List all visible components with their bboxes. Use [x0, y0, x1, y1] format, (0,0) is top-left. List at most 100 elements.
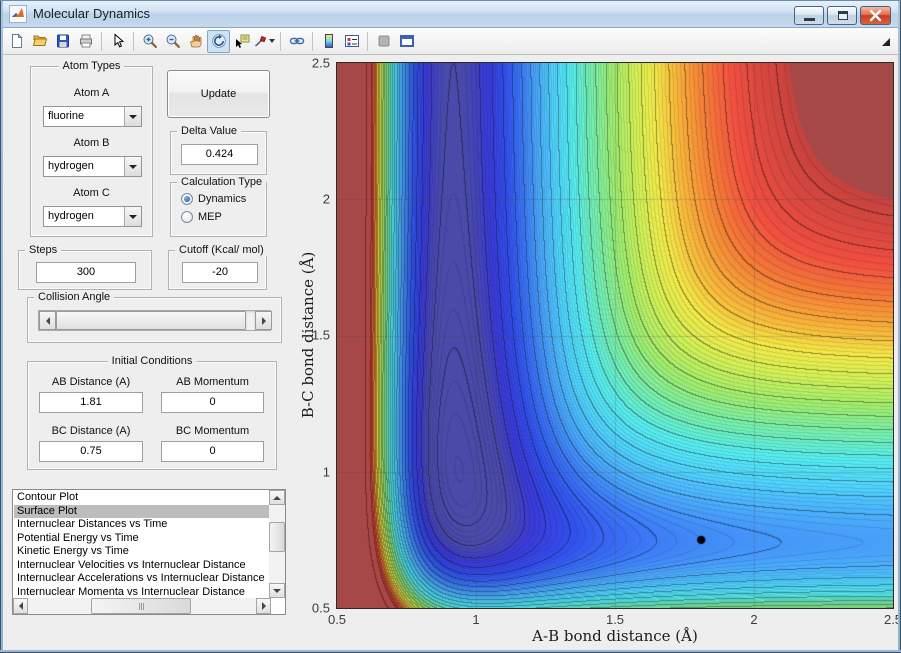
colorbar-icon: [324, 34, 333, 48]
atom-b-dropdown-button[interactable]: [124, 157, 141, 176]
toolbar-button-zoom-out[interactable]: [161, 30, 184, 53]
atom-c-label: Atom C: [73, 187, 110, 199]
toolbar-separator: [312, 31, 313, 51]
atom-types-title: Atom Types: [58, 60, 125, 72]
ab-distance-field[interactable]: 1.81: [39, 392, 143, 413]
toolbar-button-new-file[interactable]: [5, 30, 28, 53]
toolbar-separator: [367, 31, 368, 51]
list-item[interactable]: Potential Energy vs Time: [14, 532, 269, 546]
atom-b-dropdown[interactable]: hydrogen: [43, 156, 142, 177]
scroll-left-button[interactable]: [13, 598, 28, 614]
rotate-3d-icon: [211, 34, 226, 48]
atom-c-value: hydrogen: [48, 210, 94, 222]
list-item[interactable]: Surface Plot: [14, 504, 269, 518]
pan-hand-icon: [189, 34, 201, 48]
list-item[interactable]: Contour Plot: [14, 491, 269, 505]
close-icon: [869, 9, 882, 22]
toolbar-button-zoom-in[interactable]: [138, 30, 161, 53]
x-tick-1: 1: [472, 612, 480, 627]
collision-angle-panel: Collision Angle: [27, 291, 282, 343]
scroll-up-button[interactable]: [269, 490, 285, 505]
plot-type-listbox: Contour Plot Surface Plot Internuclear D…: [12, 489, 286, 615]
scroll-down-button[interactable]: [269, 583, 285, 598]
pointer-icon: [114, 33, 124, 48]
x-tick-0: 0.5: [327, 612, 347, 627]
maximize-button[interactable]: [827, 6, 857, 25]
brush-dropdown-caret[interactable]: [269, 39, 275, 43]
arrow-right-icon: [261, 316, 266, 325]
list-item[interactable]: Kinetic Energy vs Time: [14, 545, 269, 559]
bc-momentum-label: BC Momentum: [175, 425, 250, 437]
vertical-scroll-thumb[interactable]: [269, 522, 285, 552]
toolbar-button-data-cursor[interactable]: [230, 30, 253, 53]
calculation-type-title: Calculation Type: [177, 176, 267, 188]
collision-angle-slider[interactable]: [38, 310, 272, 331]
cutoff-field[interactable]: -20: [182, 262, 258, 283]
matlab-figure-icon: [9, 5, 27, 23]
bc-momentum-field[interactable]: 0: [161, 441, 264, 462]
data-cursor-icon: [235, 34, 249, 48]
brush-icon: [255, 36, 267, 47]
toolbar-button-pointer[interactable]: [106, 30, 129, 53]
slider-left-arrow[interactable]: [39, 311, 56, 330]
open-folder-icon: [32, 35, 47, 46]
toolbar-separator: [280, 31, 281, 51]
arrow-down-icon: [273, 588, 281, 593]
printer-icon: [79, 34, 92, 48]
toolbar-button-rotate-3d[interactable]: [207, 29, 230, 53]
new-file-icon: [11, 33, 23, 48]
dynamics-radio-row[interactable]: Dynamics: [181, 193, 246, 205]
initial-conditions-panel: Initial Conditions AB Distance (A) AB Mo…: [27, 355, 277, 470]
collision-angle-title: Collision Angle: [34, 291, 115, 303]
list-item[interactable]: Internuclear Momenta vs Internuclear Dis…: [14, 586, 269, 600]
update-button[interactable]: Update: [167, 70, 270, 118]
cutoff-panel: Cutoff (Kcal/ mol) -20: [168, 244, 268, 290]
toolbar-button-print-figure[interactable]: [74, 30, 97, 53]
minimize-icon: [804, 18, 815, 21]
toolbar-button-open-file[interactable]: [28, 30, 51, 53]
scroll-right-button[interactable]: [256, 598, 271, 614]
close-button[interactable]: [860, 6, 891, 25]
horizontal-scroll-thumb[interactable]: [91, 598, 191, 614]
toolbar-overflow-arrow[interactable]: [882, 38, 890, 46]
toolbar-button-save-figure[interactable]: [51, 30, 74, 53]
list-item[interactable]: Internuclear Distances vs Time: [14, 518, 269, 532]
chevron-down-icon: [129, 114, 137, 119]
mep-radio[interactable]: [181, 211, 193, 223]
mep-radio-row[interactable]: MEP: [181, 211, 222, 223]
window-border: [0, 0, 3, 653]
toolbar-button-pan[interactable]: [184, 30, 207, 53]
atom-b-label: Atom B: [73, 137, 110, 149]
zoom-out-icon: [166, 34, 180, 48]
steps-field[interactable]: 300: [36, 262, 136, 283]
horizontal-scrollbar[interactable]: [13, 598, 271, 614]
y-tick-1: 2: [322, 191, 330, 207]
vertical-scrollbar[interactable]: [269, 490, 285, 598]
x-tick-4: 2.5: [883, 612, 901, 627]
toolbar-button-brush-data[interactable]: [253, 30, 276, 53]
toolbar-button-show-plot-tools-dock[interactable]: [395, 30, 418, 53]
list-item[interactable]: Internuclear Accelerations vs Internucle…: [14, 572, 269, 586]
slider-track[interactable]: [246, 311, 255, 330]
list-item[interactable]: Internuclear Velocities vs Internuclear …: [14, 559, 269, 573]
delta-value-field[interactable]: 0.424: [181, 144, 258, 165]
atom-c-dropdown[interactable]: hydrogen: [43, 206, 142, 227]
atom-a-dropdown-button[interactable]: [124, 107, 141, 126]
dynamics-radio[interactable]: [181, 193, 193, 205]
atom-c-dropdown-button[interactable]: [124, 207, 141, 226]
toolbar-button-insert-colorbar[interactable]: [317, 30, 340, 53]
bc-distance-field[interactable]: 0.75: [39, 441, 143, 462]
slider-right-arrow[interactable]: [255, 311, 272, 330]
toolbar-button-link-plots[interactable]: [285, 30, 308, 53]
toolbar-button-hide-plot-tools[interactable]: [372, 30, 395, 53]
delta-value-panel: Delta Value 0.424: [170, 125, 267, 175]
ab-momentum-field[interactable]: 0: [161, 392, 264, 413]
contour-plot-canvas[interactable]: [336, 62, 894, 609]
atom-b-value: hydrogen: [48, 160, 94, 172]
y-tick-4: 0.5: [311, 600, 330, 616]
arrow-left-icon: [45, 316, 50, 325]
atom-a-dropdown[interactable]: fluorine: [43, 106, 142, 127]
toolbar-button-insert-legend[interactable]: [340, 30, 363, 53]
minimize-button[interactable]: [794, 6, 824, 25]
slider-thumb[interactable]: [56, 311, 246, 330]
